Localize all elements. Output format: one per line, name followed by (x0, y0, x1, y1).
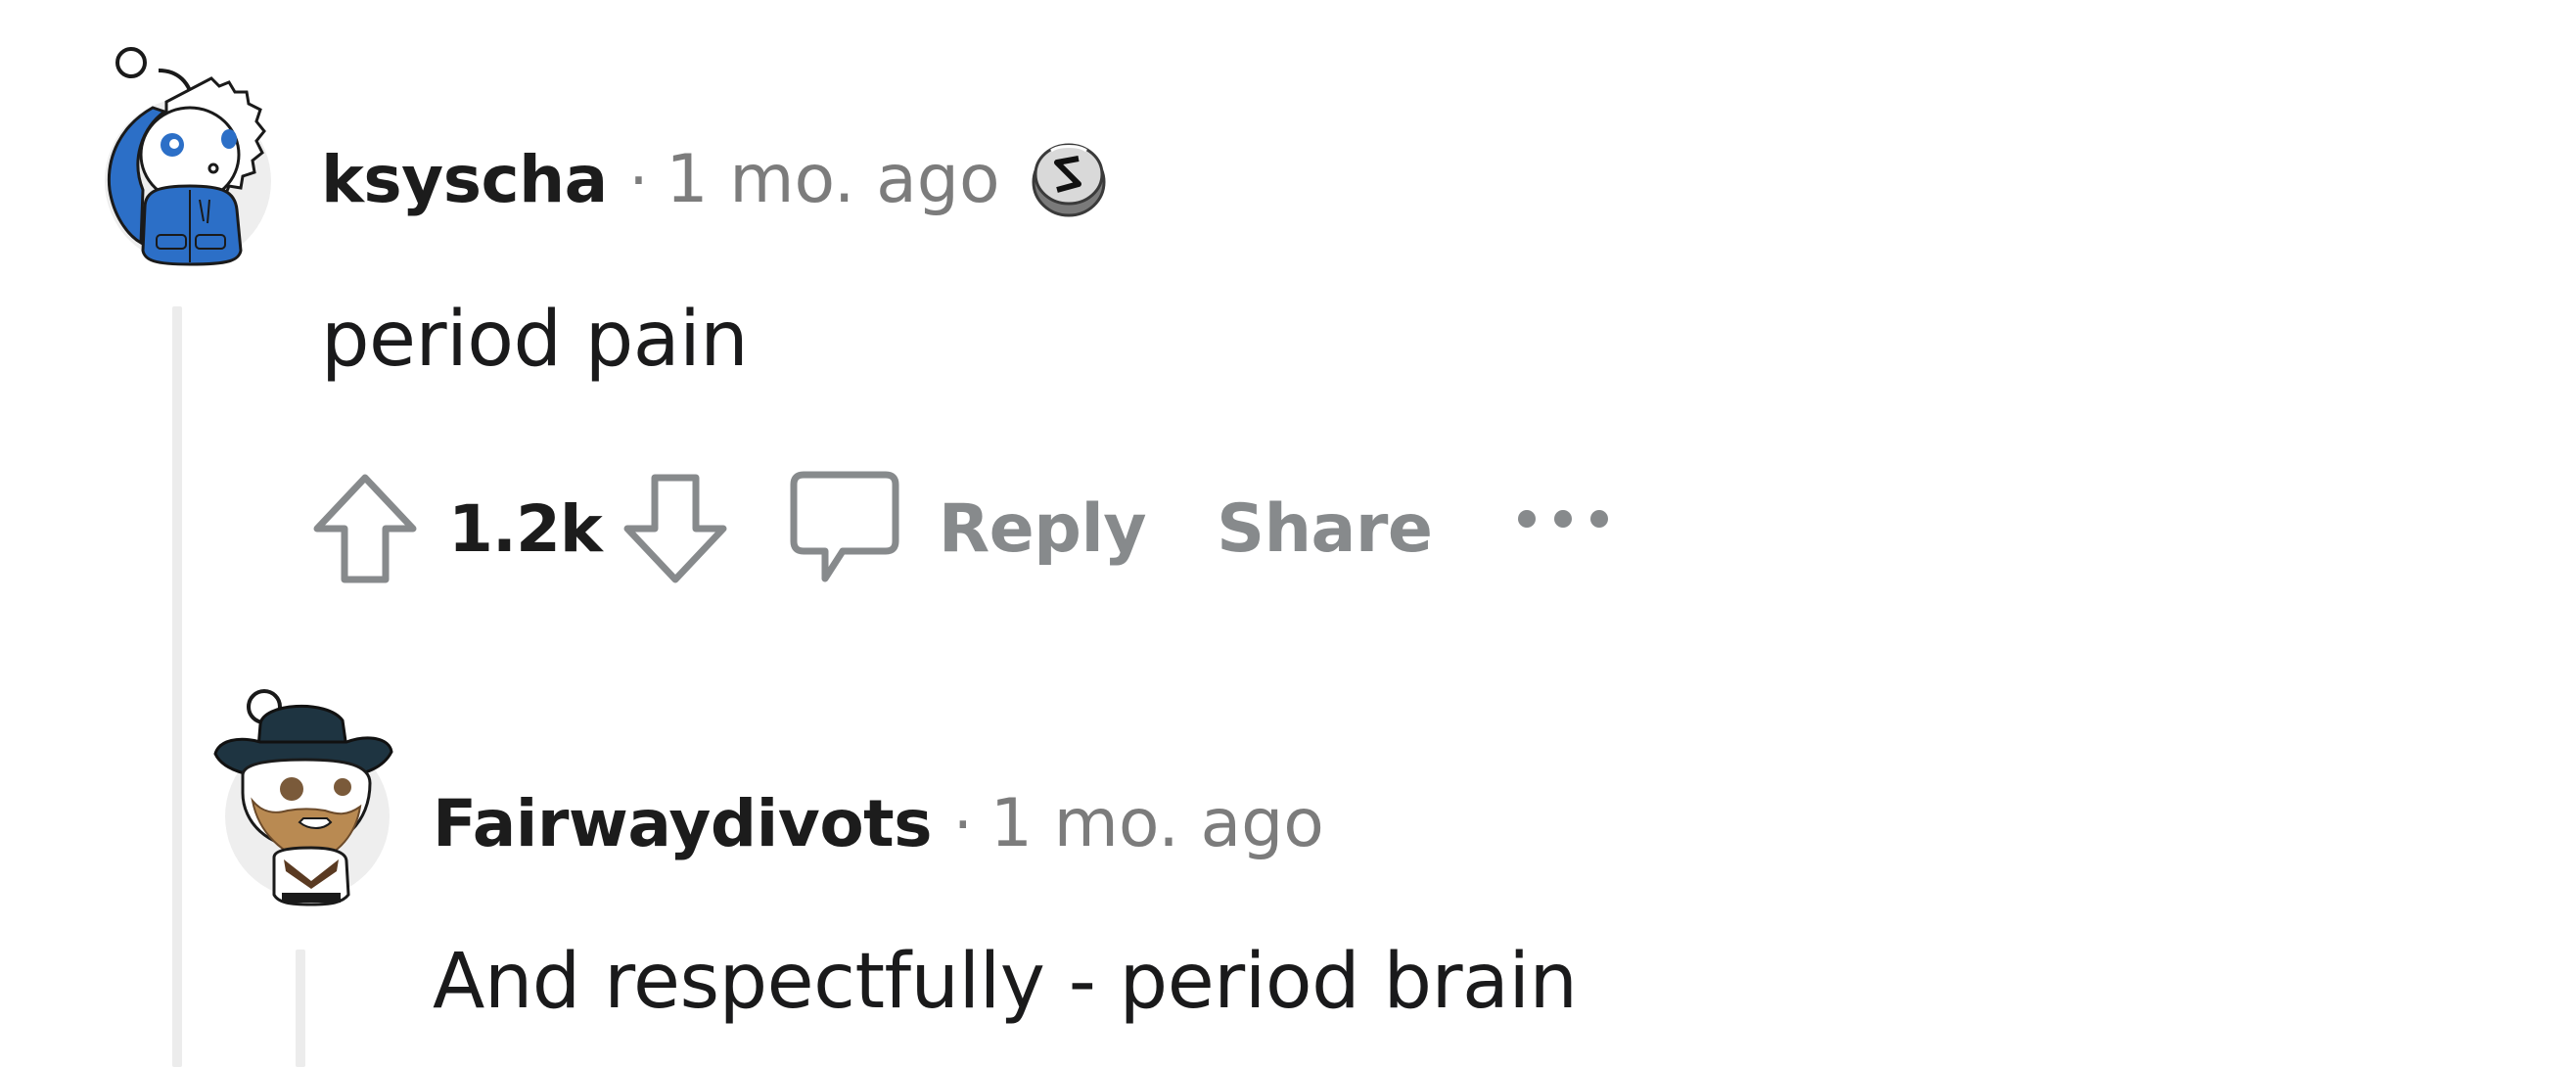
downvote-arrow-icon (623, 474, 727, 583)
upvote-arrow-icon (313, 474, 417, 583)
thread-line-nested[interactable] (296, 950, 305, 1067)
vote-count: 1.2k (448, 490, 603, 567)
comment-actions: 1.2k Reply Share (311, 470, 1611, 587)
s-badge-icon (1028, 137, 1110, 219)
comment-body: period pain (321, 296, 749, 384)
reply-button[interactable] (790, 471, 899, 586)
upvote-button[interactable] (311, 472, 419, 585)
timestamp[interactable]: 1 mo. ago (666, 141, 999, 218)
snoo-cowboy-hat-avatar-icon (213, 689, 393, 906)
separator-dot: · (628, 145, 649, 216)
snoo-blue-hoodie-avatar-icon (105, 47, 271, 266)
more-options-button[interactable] (1515, 507, 1611, 531)
thread-line[interactable] (172, 306, 182, 1067)
avatar-fairwaydivots[interactable] (209, 685, 395, 910)
share-button[interactable]: Share (1217, 490, 1433, 568)
downvote-button[interactable] (621, 472, 729, 585)
reply-label[interactable]: Reply (939, 490, 1147, 568)
username[interactable]: ksyscha (321, 142, 608, 217)
comment-bubble-icon (790, 471, 899, 582)
comment-meta: Fairwaydivots · 1 mo. ago (433, 785, 1324, 862)
timestamp[interactable]: 1 mo. ago (990, 785, 1324, 862)
comment-meta: ksyscha · 1 mo. ago (321, 141, 1110, 223)
ellipsis-icon (1517, 510, 1608, 528)
comment-body: And respectfully - period brain (433, 938, 1578, 1026)
avatar-ksyscha[interactable] (102, 43, 278, 268)
separator-dot: · (953, 789, 973, 860)
username[interactable]: Fairwaydivots (433, 786, 933, 861)
